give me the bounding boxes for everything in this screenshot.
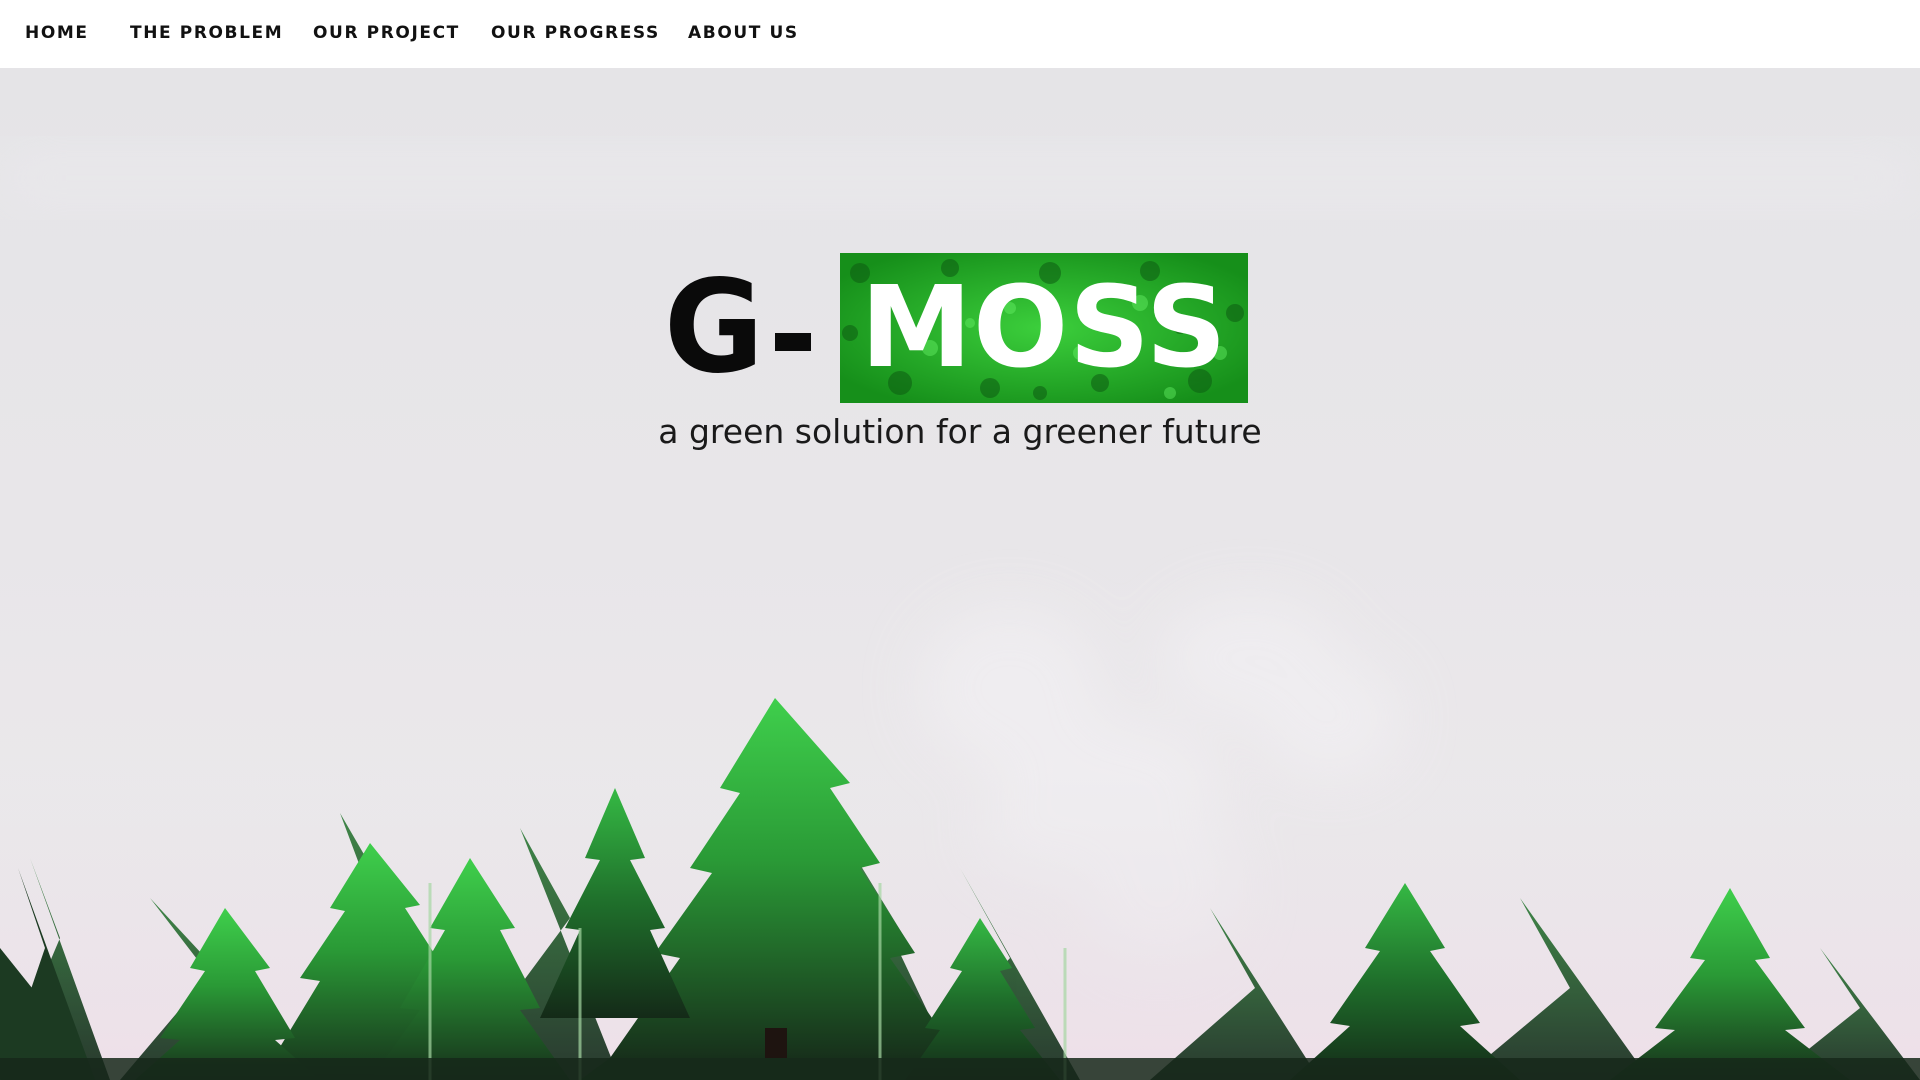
- logo-moss-text: MOSS: [860, 263, 1228, 393]
- top-navigation-bar: HOME THE PROBLEM OUR PROJECT OUR PROGRES…: [0, 0, 1920, 68]
- nav-item-our-progress[interactable]: OUR PROGRESS: [491, 22, 660, 44]
- nav-item-the-problem[interactable]: THE PROBLEM: [130, 22, 283, 44]
- hero-section: G MOSS a green solution for a greener fu…: [0, 68, 1920, 1080]
- logo-letter-g: G: [664, 253, 764, 402]
- g-moss-logo: G MOSS: [664, 253, 1248, 403]
- nav-item-about-us[interactable]: ABOUT US: [688, 22, 799, 44]
- forest-treeline-illustration: [0, 698, 1920, 1080]
- nav-item-our-project[interactable]: OUR PROJECT: [313, 22, 460, 44]
- hero-tagline: a green solution for a greener future: [658, 412, 1262, 451]
- logo-moss-badge: MOSS: [840, 253, 1248, 403]
- nav-item-home[interactable]: HOME: [25, 22, 89, 44]
- logo-dash: [775, 333, 811, 351]
